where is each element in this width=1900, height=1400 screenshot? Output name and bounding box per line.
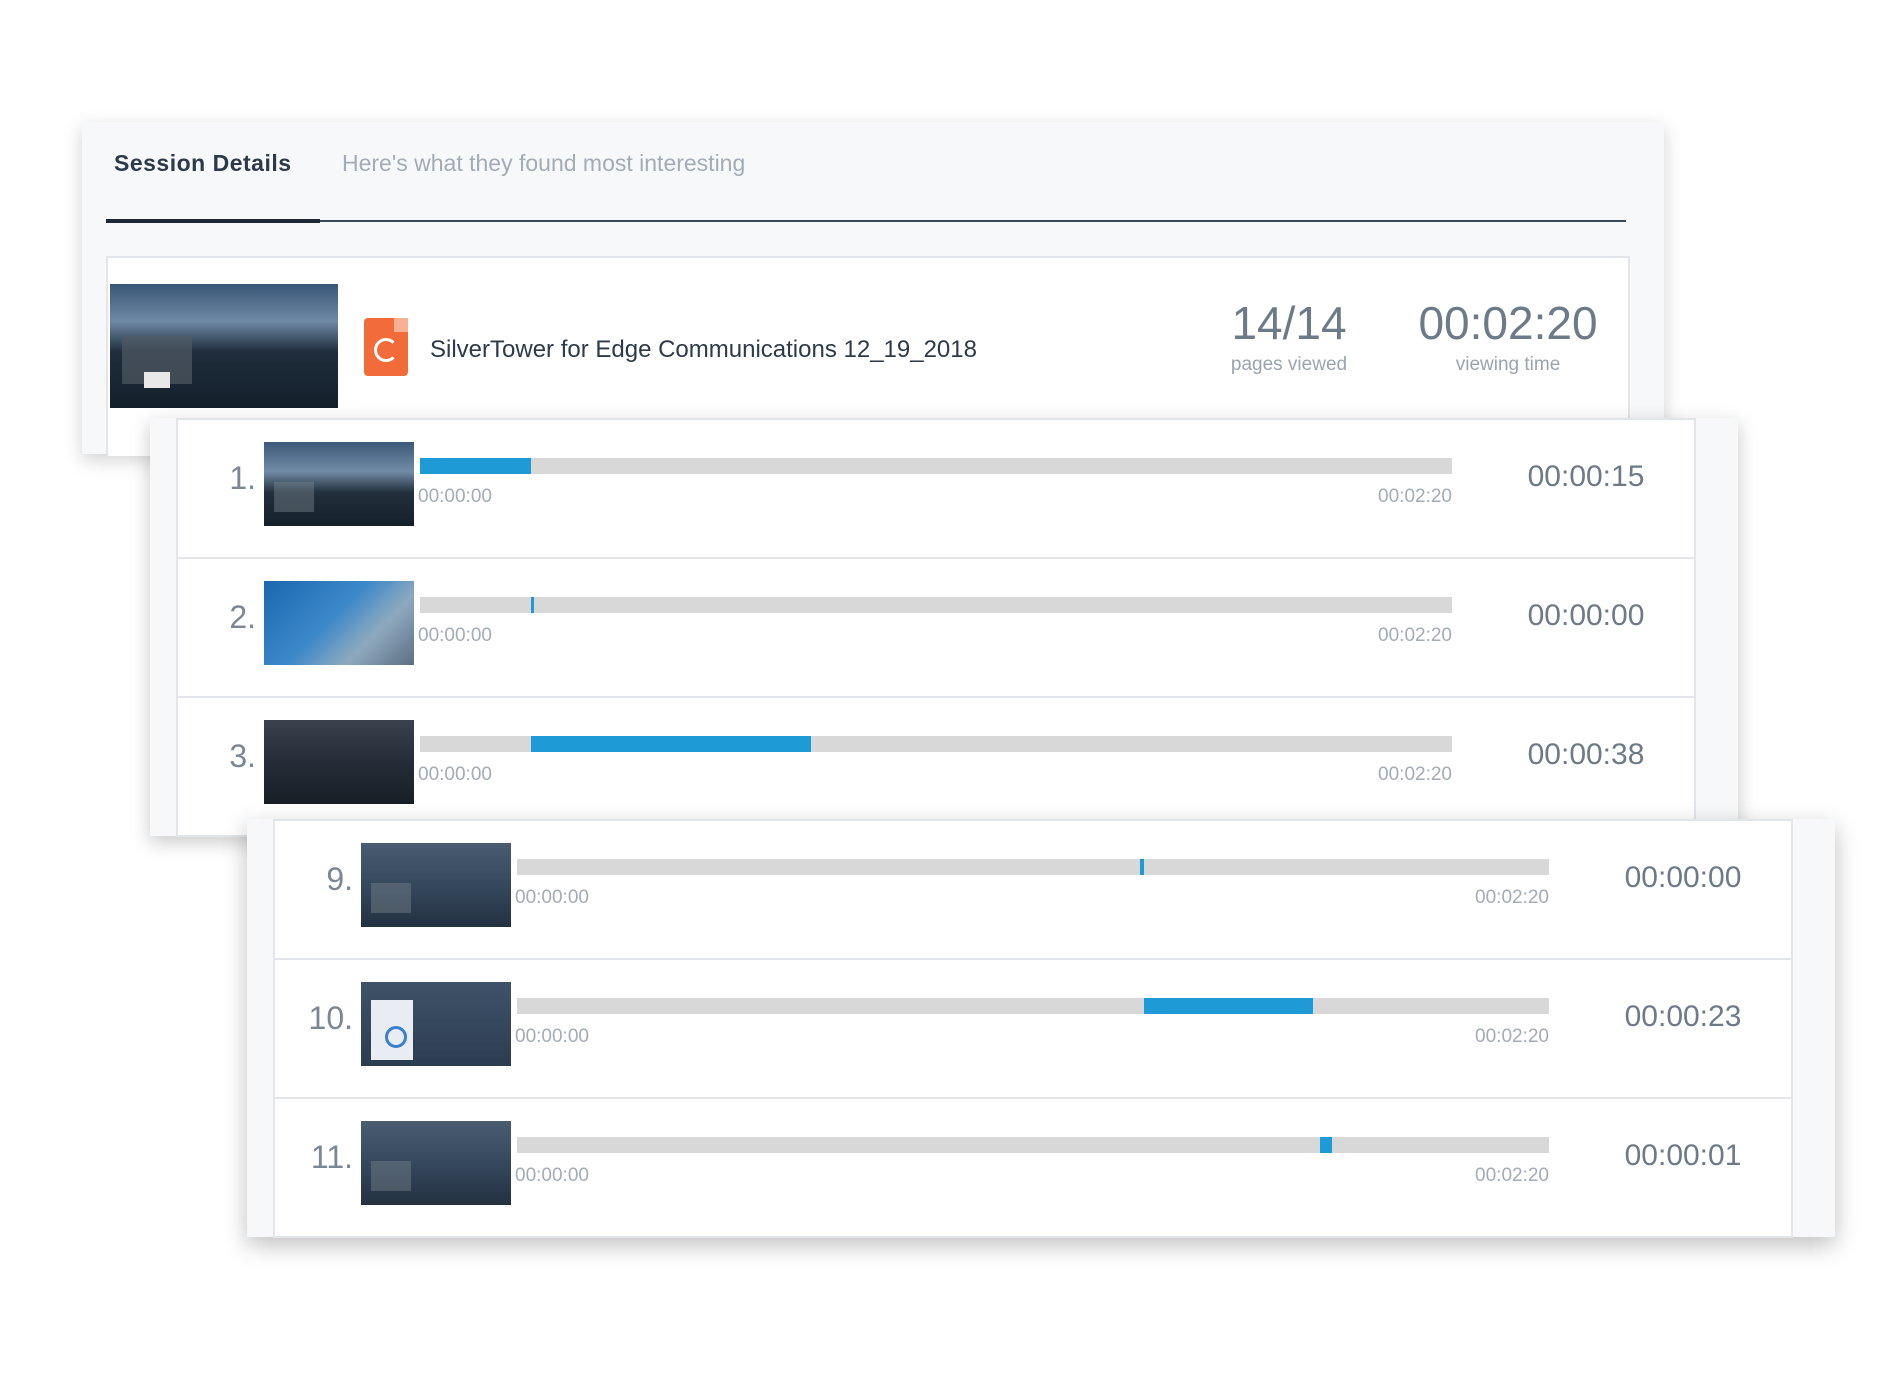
timeline-start-label: 00:00:00 (515, 887, 589, 908)
timeline-start-label: 00:00:00 (418, 625, 492, 646)
page-number: 3. (229, 738, 256, 774)
timeline-fill (1143, 998, 1314, 1014)
page-list-card-2: 9. 00:00:00 00:02:20 00:00:00 10. 00:00:00 00:… (247, 819, 1835, 1238)
thumbnail-overlay (371, 1161, 411, 1191)
timeline-track (517, 1137, 1549, 1153)
tab-bar: Session Details Here's what they found m… (106, 150, 1626, 200)
viewing-time-stat: 00:02:20 viewing time (1408, 296, 1608, 376)
timeline-end-label: 00:02:20 (1475, 1165, 1549, 1186)
page-thumbnail[interactable] (264, 720, 414, 804)
page-viewing-duration: 00:00:38 (1527, 738, 1645, 771)
timeline-end-label: 00:02:20 (1378, 764, 1452, 785)
pages-viewed-stat: 14/14 pages viewed (1204, 296, 1374, 376)
timeline-end-label: 00:02:20 (1378, 486, 1452, 507)
timeline-track (517, 859, 1549, 875)
page-row[interactable]: 9. 00:00:00 00:02:20 00:00:00 (273, 819, 1793, 960)
active-tab-indicator (106, 219, 320, 223)
timeline-end-label: 00:02:20 (1475, 887, 1549, 908)
thumbnail-button-shape (144, 372, 170, 388)
page-viewing-duration: 00:00:00 (1624, 861, 1742, 894)
thumbnail-overlay (371, 883, 411, 913)
timeline-fill (1139, 859, 1144, 875)
page-thumbnail[interactable] (361, 982, 511, 1066)
timeline-fill (1320, 1137, 1333, 1153)
timeline-start-label: 00:00:00 (515, 1026, 589, 1047)
document-thumbnail[interactable] (110, 284, 338, 408)
document-title[interactable]: SilverTower for Edge Communications 12_1… (430, 336, 977, 364)
page-thumbnail[interactable] (361, 843, 511, 927)
page-viewing-duration: 00:00:01 (1624, 1139, 1742, 1172)
viewing-time-value: 00:02:20 (1418, 297, 1598, 349)
page-viewing-duration: 00:00:00 (1527, 599, 1645, 632)
page-number: 11. (310, 1139, 353, 1175)
page-row[interactable]: 2. 00:00:00 00:02:20 00:00:00 (176, 559, 1696, 698)
page-viewing-duration: 00:00:15 (1527, 460, 1645, 493)
thumbnail-overlay (274, 482, 314, 512)
presentation-file-icon (364, 318, 408, 376)
page-number: 1. (229, 460, 256, 496)
page-number: 10. (308, 1000, 353, 1036)
page-number: 2. (229, 599, 256, 635)
session-details-card: Session Details Here's what they found m… (82, 122, 1664, 456)
page-thumbnail[interactable] (264, 581, 414, 665)
page-list-card-1: 1. 00:00:00 00:02:20 00:00:15 2. 00:00:00 00:0… (150, 418, 1738, 837)
page-thumbnail[interactable] (361, 1121, 511, 1205)
timeline-end-label: 00:02:20 (1378, 625, 1452, 646)
timeline-fill (530, 736, 811, 752)
page-viewing-duration: 00:00:23 (1624, 1000, 1742, 1033)
pages-viewed-label: pages viewed (1230, 354, 1348, 375)
page-row[interactable]: 1. 00:00:00 00:02:20 00:00:15 (176, 418, 1696, 559)
timeline-track (420, 458, 1452, 474)
pie-chart-icon (374, 338, 398, 362)
viewing-time-label: viewing time (1455, 354, 1561, 375)
timeline-start-label: 00:00:00 (515, 1165, 589, 1186)
page-rows: 1. 00:00:00 00:02:20 00:00:15 2. 00:00:00 00:0… (176, 418, 1696, 837)
tab-underline (106, 220, 1626, 222)
page-number: 9. (326, 861, 353, 897)
page-thumbnail[interactable] (264, 442, 414, 526)
page-row[interactable]: 11. 00:00:00 00:02:20 00:00:01 (273, 1099, 1793, 1238)
pages-viewed-value: 14/14 (1231, 297, 1347, 349)
timeline-fill (530, 597, 535, 613)
tab-most-interesting[interactable]: Here's what they found most interesting (342, 150, 745, 177)
page-rows: 9. 00:00:00 00:02:20 00:00:00 10. 00:00:00 00:… (273, 819, 1793, 1238)
page-row[interactable]: 3. 00:00:00 00:02:20 00:00:38 (176, 698, 1696, 837)
timeline-track (420, 597, 1452, 613)
timeline-end-label: 00:02:20 (1475, 1026, 1549, 1047)
timeline-track (517, 998, 1549, 1014)
page-row[interactable]: 10. 00:00:00 00:02:20 00:00:23 (273, 960, 1793, 1099)
tab-session-details[interactable]: Session Details (114, 150, 292, 177)
timeline-fill (420, 458, 531, 474)
timeline-track (420, 736, 1452, 752)
timeline-start-label: 00:00:00 (418, 764, 492, 785)
timeline-start-label: 00:00:00 (418, 486, 492, 507)
